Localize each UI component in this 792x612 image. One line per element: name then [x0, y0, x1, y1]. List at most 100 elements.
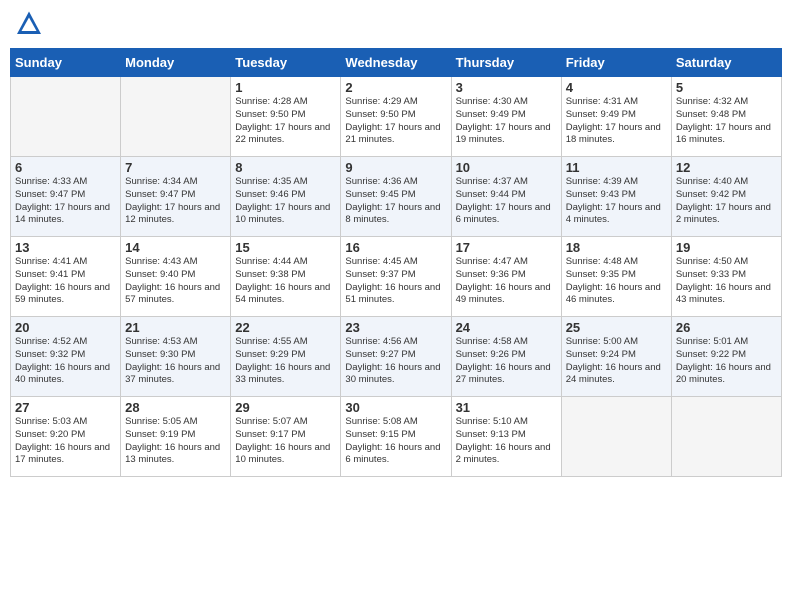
- day-number: 4: [566, 80, 667, 95]
- day-number: 14: [125, 240, 226, 255]
- day-number: 31: [456, 400, 557, 415]
- weekday-header-tuesday: Tuesday: [231, 49, 341, 77]
- calendar-day-cell: [121, 77, 231, 157]
- calendar-day-cell: [11, 77, 121, 157]
- calendar-day-cell: 4Sunrise: 4:31 AM Sunset: 9:49 PM Daylig…: [561, 77, 671, 157]
- day-number: 17: [456, 240, 557, 255]
- calendar-day-cell: 25Sunrise: 5:00 AM Sunset: 9:24 PM Dayli…: [561, 317, 671, 397]
- calendar-day-cell: 3Sunrise: 4:30 AM Sunset: 9:49 PM Daylig…: [451, 77, 561, 157]
- calendar-day-cell: 1Sunrise: 4:28 AM Sunset: 9:50 PM Daylig…: [231, 77, 341, 157]
- calendar-week-row: 27Sunrise: 5:03 AM Sunset: 9:20 PM Dayli…: [11, 397, 782, 477]
- day-number: 16: [345, 240, 446, 255]
- calendar-day-cell: 30Sunrise: 5:08 AM Sunset: 9:15 PM Dayli…: [341, 397, 451, 477]
- calendar-day-cell: 29Sunrise: 5:07 AM Sunset: 9:17 PM Dayli…: [231, 397, 341, 477]
- day-info: Sunrise: 4:37 AM Sunset: 9:44 PM Dayligh…: [456, 176, 557, 227]
- day-info: Sunrise: 5:00 AM Sunset: 9:24 PM Dayligh…: [566, 336, 667, 387]
- day-number: 11: [566, 160, 667, 175]
- logo-icon: [14, 10, 44, 40]
- weekday-header-friday: Friday: [561, 49, 671, 77]
- calendar-day-cell: 18Sunrise: 4:48 AM Sunset: 9:35 PM Dayli…: [561, 237, 671, 317]
- day-number: 29: [235, 400, 336, 415]
- day-info: Sunrise: 4:44 AM Sunset: 9:38 PM Dayligh…: [235, 256, 336, 307]
- day-number: 1: [235, 80, 336, 95]
- calendar-day-cell: 11Sunrise: 4:39 AM Sunset: 9:43 PM Dayli…: [561, 157, 671, 237]
- day-info: Sunrise: 5:05 AM Sunset: 9:19 PM Dayligh…: [125, 416, 226, 467]
- calendar-day-cell: 16Sunrise: 4:45 AM Sunset: 9:37 PM Dayli…: [341, 237, 451, 317]
- calendar-day-cell: 13Sunrise: 4:41 AM Sunset: 9:41 PM Dayli…: [11, 237, 121, 317]
- calendar-day-cell: 21Sunrise: 4:53 AM Sunset: 9:30 PM Dayli…: [121, 317, 231, 397]
- calendar-day-cell: 22Sunrise: 4:55 AM Sunset: 9:29 PM Dayli…: [231, 317, 341, 397]
- weekday-header-wednesday: Wednesday: [341, 49, 451, 77]
- calendar-day-cell: 24Sunrise: 4:58 AM Sunset: 9:26 PM Dayli…: [451, 317, 561, 397]
- day-info: Sunrise: 4:47 AM Sunset: 9:36 PM Dayligh…: [456, 256, 557, 307]
- day-info: Sunrise: 4:58 AM Sunset: 9:26 PM Dayligh…: [456, 336, 557, 387]
- calendar-day-cell: 9Sunrise: 4:36 AM Sunset: 9:45 PM Daylig…: [341, 157, 451, 237]
- day-number: 2: [345, 80, 446, 95]
- day-info: Sunrise: 5:01 AM Sunset: 9:22 PM Dayligh…: [676, 336, 777, 387]
- day-number: 5: [676, 80, 777, 95]
- day-info: Sunrise: 4:45 AM Sunset: 9:37 PM Dayligh…: [345, 256, 446, 307]
- weekday-header-thursday: Thursday: [451, 49, 561, 77]
- day-number: 30: [345, 400, 446, 415]
- day-info: Sunrise: 4:48 AM Sunset: 9:35 PM Dayligh…: [566, 256, 667, 307]
- calendar-day-cell: 31Sunrise: 5:10 AM Sunset: 9:13 PM Dayli…: [451, 397, 561, 477]
- day-number: 24: [456, 320, 557, 335]
- day-number: 15: [235, 240, 336, 255]
- calendar-day-cell: 19Sunrise: 4:50 AM Sunset: 9:33 PM Dayli…: [671, 237, 781, 317]
- calendar-day-cell: 28Sunrise: 5:05 AM Sunset: 9:19 PM Dayli…: [121, 397, 231, 477]
- day-number: 10: [456, 160, 557, 175]
- calendar-day-cell: 12Sunrise: 4:40 AM Sunset: 9:42 PM Dayli…: [671, 157, 781, 237]
- day-info: Sunrise: 4:28 AM Sunset: 9:50 PM Dayligh…: [235, 96, 336, 147]
- calendar-day-cell: 14Sunrise: 4:43 AM Sunset: 9:40 PM Dayli…: [121, 237, 231, 317]
- weekday-header-saturday: Saturday: [671, 49, 781, 77]
- day-number: 26: [676, 320, 777, 335]
- calendar-day-cell: 5Sunrise: 4:32 AM Sunset: 9:48 PM Daylig…: [671, 77, 781, 157]
- calendar-day-cell: [561, 397, 671, 477]
- calendar-week-row: 6Sunrise: 4:33 AM Sunset: 9:47 PM Daylig…: [11, 157, 782, 237]
- calendar-day-cell: 17Sunrise: 4:47 AM Sunset: 9:36 PM Dayli…: [451, 237, 561, 317]
- day-number: 7: [125, 160, 226, 175]
- calendar-week-row: 20Sunrise: 4:52 AM Sunset: 9:32 PM Dayli…: [11, 317, 782, 397]
- calendar-day-cell: 6Sunrise: 4:33 AM Sunset: 9:47 PM Daylig…: [11, 157, 121, 237]
- day-info: Sunrise: 4:33 AM Sunset: 9:47 PM Dayligh…: [15, 176, 116, 227]
- day-number: 19: [676, 240, 777, 255]
- day-info: Sunrise: 5:07 AM Sunset: 9:17 PM Dayligh…: [235, 416, 336, 467]
- day-info: Sunrise: 5:10 AM Sunset: 9:13 PM Dayligh…: [456, 416, 557, 467]
- day-info: Sunrise: 4:36 AM Sunset: 9:45 PM Dayligh…: [345, 176, 446, 227]
- calendar-table: SundayMondayTuesdayWednesdayThursdayFrid…: [10, 48, 782, 477]
- day-number: 9: [345, 160, 446, 175]
- day-info: Sunrise: 4:35 AM Sunset: 9:46 PM Dayligh…: [235, 176, 336, 227]
- calendar-week-row: 1Sunrise: 4:28 AM Sunset: 9:50 PM Daylig…: [11, 77, 782, 157]
- day-info: Sunrise: 4:29 AM Sunset: 9:50 PM Dayligh…: [345, 96, 446, 147]
- logo: [14, 10, 48, 40]
- weekday-header-sunday: Sunday: [11, 49, 121, 77]
- day-info: Sunrise: 5:08 AM Sunset: 9:15 PM Dayligh…: [345, 416, 446, 467]
- day-info: Sunrise: 4:56 AM Sunset: 9:27 PM Dayligh…: [345, 336, 446, 387]
- day-number: 23: [345, 320, 446, 335]
- page-header: [10, 10, 782, 40]
- calendar-day-cell: 20Sunrise: 4:52 AM Sunset: 9:32 PM Dayli…: [11, 317, 121, 397]
- calendar-day-cell: 15Sunrise: 4:44 AM Sunset: 9:38 PM Dayli…: [231, 237, 341, 317]
- day-number: 13: [15, 240, 116, 255]
- calendar-day-cell: 2Sunrise: 4:29 AM Sunset: 9:50 PM Daylig…: [341, 77, 451, 157]
- day-info: Sunrise: 4:55 AM Sunset: 9:29 PM Dayligh…: [235, 336, 336, 387]
- day-info: Sunrise: 4:52 AM Sunset: 9:32 PM Dayligh…: [15, 336, 116, 387]
- calendar-day-cell: 8Sunrise: 4:35 AM Sunset: 9:46 PM Daylig…: [231, 157, 341, 237]
- day-number: 28: [125, 400, 226, 415]
- day-info: Sunrise: 4:34 AM Sunset: 9:47 PM Dayligh…: [125, 176, 226, 227]
- calendar-week-row: 13Sunrise: 4:41 AM Sunset: 9:41 PM Dayli…: [11, 237, 782, 317]
- day-info: Sunrise: 4:32 AM Sunset: 9:48 PM Dayligh…: [676, 96, 777, 147]
- day-number: 25: [566, 320, 667, 335]
- day-number: 6: [15, 160, 116, 175]
- day-number: 21: [125, 320, 226, 335]
- calendar-day-cell: [671, 397, 781, 477]
- weekday-header-row: SundayMondayTuesdayWednesdayThursdayFrid…: [11, 49, 782, 77]
- day-info: Sunrise: 4:43 AM Sunset: 9:40 PM Dayligh…: [125, 256, 226, 307]
- calendar-day-cell: 23Sunrise: 4:56 AM Sunset: 9:27 PM Dayli…: [341, 317, 451, 397]
- day-info: Sunrise: 4:39 AM Sunset: 9:43 PM Dayligh…: [566, 176, 667, 227]
- day-number: 22: [235, 320, 336, 335]
- day-info: Sunrise: 4:50 AM Sunset: 9:33 PM Dayligh…: [676, 256, 777, 307]
- calendar-day-cell: 7Sunrise: 4:34 AM Sunset: 9:47 PM Daylig…: [121, 157, 231, 237]
- day-number: 12: [676, 160, 777, 175]
- day-info: Sunrise: 4:41 AM Sunset: 9:41 PM Dayligh…: [15, 256, 116, 307]
